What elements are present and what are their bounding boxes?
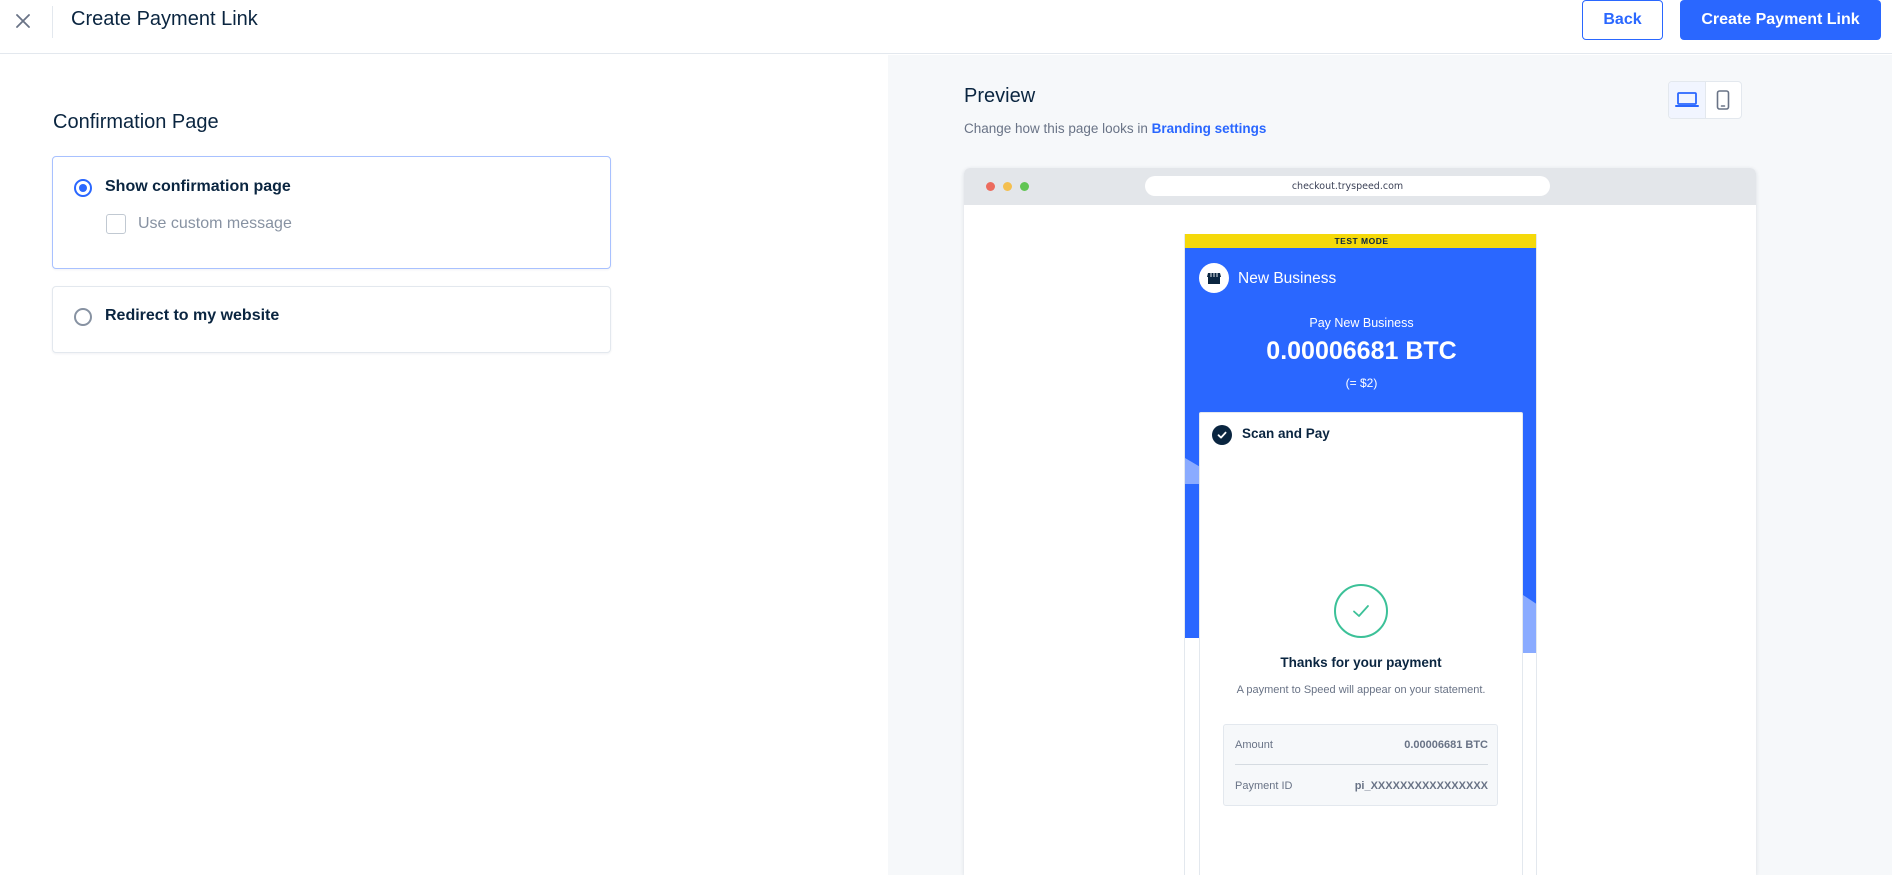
- device-toggle: [1668, 81, 1742, 119]
- option-show-confirmation[interactable]: Show confirmation page Use custom messag…: [52, 156, 611, 269]
- preview-subtitle-text: Change how this page looks in: [964, 121, 1148, 136]
- success-check-icon: [1334, 584, 1388, 638]
- payment-id-label: Payment ID: [1235, 780, 1293, 792]
- amount-value: 0.00006681 BTC: [1404, 738, 1488, 751]
- back-button[interactable]: Back: [1582, 0, 1663, 40]
- option-label: Show confirmation page: [105, 178, 291, 195]
- step-label: Scan and Pay: [1242, 426, 1330, 441]
- payment-id-value: pi_XXXXXXXXXXXXXXXX: [1354, 780, 1488, 792]
- show-confirmation-radio[interactable]: [74, 179, 92, 197]
- preview-panel: Preview Change how this page looks in Br…: [888, 55, 1892, 875]
- business-logo: [1199, 263, 1229, 293]
- mobile-icon: [1717, 90, 1730, 110]
- redirect-radio[interactable]: [74, 308, 92, 326]
- window-maximize-dot: [1020, 182, 1029, 191]
- step-complete-icon: [1212, 425, 1232, 445]
- option-redirect-website[interactable]: Redirect to my website: [52, 286, 611, 353]
- test-mode-banner: TEST MODE: [1185, 234, 1536, 248]
- custom-message-label[interactable]: Use custom message: [138, 215, 292, 233]
- laptop-icon: [1674, 92, 1699, 107]
- preview-subtitle: Change how this page looks in Branding s…: [964, 121, 1266, 136]
- business-name: New Business: [1238, 270, 1337, 287]
- preview-title: Preview: [964, 85, 1036, 107]
- thanks-title: Thanks for your payment: [1280, 655, 1442, 670]
- detail-row-payment-id: Payment ID pi_XXXXXXXXXXXXXXXX: [1235, 766, 1488, 806]
- store-icon: [1207, 273, 1221, 284]
- option-label: Redirect to my website: [105, 307, 280, 324]
- payment-details: Amount 0.00006681 BTC Payment ID pi_XXXX…: [1223, 724, 1498, 806]
- amount-label: Amount: [1235, 738, 1273, 751]
- form-panel: Confirmation Page Show confirmation page…: [0, 55, 888, 875]
- browser-toolbar: checkout.tryspeed.com: [964, 168, 1756, 205]
- page-title: Create Payment Link: [71, 8, 258, 30]
- pay-fiat-amount: (= $2): [1345, 376, 1378, 390]
- pay-to-label: Pay New Business: [1309, 316, 1414, 330]
- header-divider: [52, 6, 53, 38]
- pay-amount: 0.00006681 BTC: [1266, 337, 1457, 365]
- payment-card: Scan and Pay Thanks for your payment A p…: [1199, 412, 1523, 875]
- window-close-dot: [986, 182, 995, 191]
- branding-settings-link[interactable]: Branding settings: [1152, 121, 1267, 136]
- window-minimize-dot: [1003, 182, 1012, 191]
- top-header: Create Payment Link Back Create Payment …: [0, 0, 1892, 54]
- statement-text: A payment to Speed will appear on your s…: [1236, 684, 1486, 696]
- close-icon[interactable]: [16, 14, 30, 28]
- browser-frame: checkout.tryspeed.com TEST MODE New Busi…: [964, 168, 1756, 875]
- custom-message-checkbox[interactable]: [106, 214, 126, 234]
- mobile-view-button[interactable]: [1704, 82, 1741, 118]
- close-button[interactable]: [10, 8, 36, 34]
- section-title: Confirmation Page: [53, 111, 219, 133]
- detail-row-amount: Amount 0.00006681 BTC: [1235, 725, 1488, 765]
- create-payment-link-button[interactable]: Create Payment Link: [1680, 0, 1881, 40]
- url-bar: checkout.tryspeed.com: [1145, 176, 1550, 196]
- laptop-view-button[interactable]: [1669, 82, 1705, 118]
- checkout-page: TEST MODE New Business Pay New Business …: [1184, 234, 1537, 875]
